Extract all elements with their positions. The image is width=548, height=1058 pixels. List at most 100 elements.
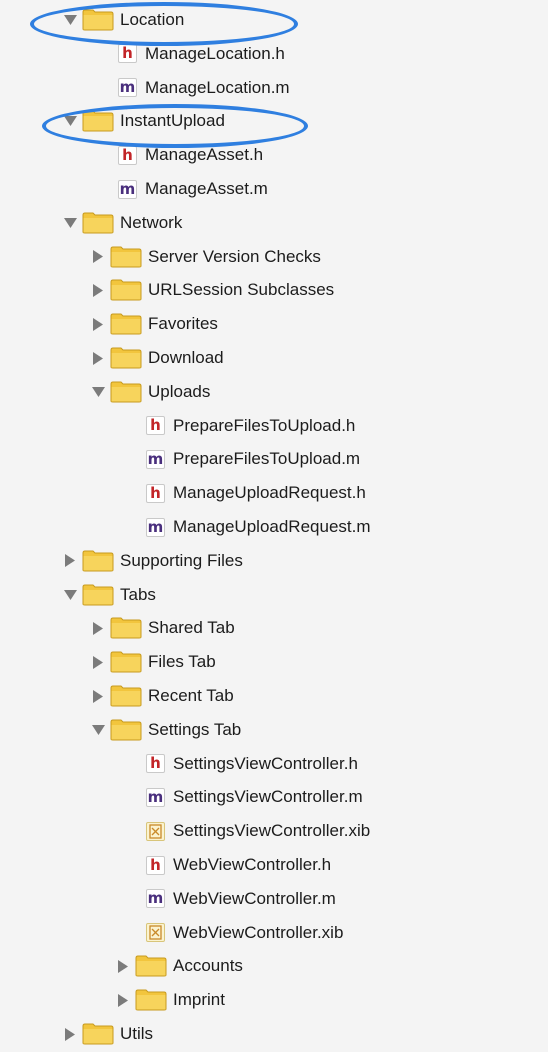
tree-row-manageuploadrequest-h[interactable]: h ManageUploadRequest.h [146,476,366,510]
h-file-icon: h [146,855,165,875]
disclosure-collapsed-icon[interactable] [62,553,78,569]
tree-row-manageasset-h[interactable]: h ManageAsset.h [118,138,263,172]
tree-row-managelocation-m[interactable]: m ManageLocation.m [118,71,290,105]
h-file-icon: h [146,754,165,774]
folder-icon [135,989,167,1011]
tree-row-label: Server Version Checks [148,246,321,266]
tree-row-label: Imprint [173,990,225,1010]
tree-row-webviewcontroller-xib[interactable]: WebViewController.xib [146,916,343,950]
h-file-icon: h [118,44,137,64]
disclosure-collapsed-icon[interactable] [90,350,106,366]
folder-icon [135,955,167,977]
disclosure-expanded-icon[interactable] [62,12,78,28]
disclosure-collapsed-icon[interactable] [115,992,131,1008]
tree-row-label: SettingsViewController.xib [173,821,371,841]
tree-row-settingsviewcontroller-m[interactable]: m SettingsViewController.m [146,780,363,814]
tree-row-label: Download [148,348,224,367]
m-file-icon: m [118,179,137,199]
tree-row-label: ManageAsset.m [145,179,268,198]
tree-row-preparefilestoupload-m[interactable]: m PrepareFilesToUpload.m [146,442,360,476]
tree-row-instantupload[interactable]: InstantUpload [62,104,225,138]
folder-icon [110,246,142,268]
disclosure-expanded-icon[interactable] [62,215,78,231]
disclosure-collapsed-icon[interactable] [90,316,106,332]
tree-row-supporting-files[interactable]: Supporting Files [62,544,243,578]
folder-icon [110,719,142,741]
tree-row-settingsviewcontroller-xib[interactable]: SettingsViewController.xib [146,814,370,848]
folder-icon [110,347,142,369]
tree-row-label: Supporting Files [120,550,243,570]
m-file-icon: m [146,449,165,469]
tree-row-tabs[interactable]: Tabs [62,578,156,612]
tree-row-accounts[interactable]: Accounts [115,949,243,983]
tree-row-manageasset-m[interactable]: m ManageAsset.m [118,172,268,206]
tree-row-label: Files Tab [148,652,216,672]
disclosure-expanded-icon[interactable] [90,384,106,400]
tree-row-label: ManageUploadRequest.h [173,483,366,503]
tree-row-label: Recent Tab [148,686,234,705]
tree-row-label: Location [120,10,185,29]
tree-row-label: SettingsViewController.m [173,787,363,807]
folder-icon [110,685,142,707]
disclosure-collapsed-icon[interactable] [90,249,106,265]
tree-row-recent-tab[interactable]: Recent Tab [90,679,234,713]
tree-row-manageuploadrequest-m[interactable]: m ManageUploadRequest.m [146,510,371,544]
tree-row-uploads[interactable]: Uploads [90,375,210,409]
m-file-icon: m [146,517,165,537]
tree-row-urlsession-subclasses[interactable]: URLSession Subclasses [90,273,334,307]
disclosure-collapsed-icon[interactable] [62,1026,78,1042]
tree-row-managelocation-h[interactable]: h ManageLocation.h [118,37,285,71]
project-navigator: Location h ManageLocation.h m ManageLocation… [0,0,548,1052]
folder-icon [82,110,114,132]
folder-icon [110,617,142,639]
xib-file-icon [146,821,165,841]
tree-row-label: ManageUploadRequest.m [173,517,371,536]
tree-row-imprint[interactable]: Imprint [115,983,225,1017]
tree-row-preparefilestoupload-h[interactable]: h PrepareFilesToUpload.h [146,409,355,443]
tree-row-utils[interactable]: Utils [62,1017,153,1051]
tree-row-label: Uploads [148,381,211,401]
disclosure-expanded-icon[interactable] [62,113,78,129]
tree-row-label: URLSession Subclasses [148,280,335,300]
tree-row-label: Network [120,212,183,232]
disclosure-collapsed-icon[interactable] [115,958,131,974]
disclosure-expanded-icon[interactable] [90,722,106,738]
folder-icon [110,651,142,673]
disclosure-expanded-icon[interactable] [62,587,78,603]
folder-icon [110,279,142,301]
folder-icon [110,313,142,335]
tree-row-server-version-checks[interactable]: Server Version Checks [90,240,321,274]
tree-row-favorites[interactable]: Favorites [90,307,218,341]
tree-row-shared-tab[interactable]: Shared Tab [90,611,235,645]
tree-row-webviewcontroller-h[interactable]: h WebViewController.h [146,848,331,882]
tree-row-location[interactable]: Location [62,3,184,37]
tree-row-download[interactable]: Download [90,341,224,375]
xib-file-icon [146,923,165,943]
h-file-icon: h [146,483,165,503]
tree-row-label: ManageLocation.m [145,77,290,97]
tree-row-network[interactable]: Network [62,206,182,240]
tree-row-label: Tabs [120,584,156,604]
m-file-icon: m [146,787,165,807]
folder-icon [82,212,114,234]
tree-row-label: WebViewController.h [173,855,332,874]
tree-row-label: SettingsViewController.h [173,753,358,773]
disclosure-collapsed-icon[interactable] [90,282,106,298]
folder-icon [110,381,142,403]
h-file-icon: h [118,145,137,165]
folder-icon [82,584,114,606]
tree-row-webviewcontroller-m[interactable]: m WebViewController.m [146,882,336,916]
tree-row-files-tab[interactable]: Files Tab [90,645,216,679]
tree-row-label: InstantUpload [120,111,225,131]
disclosure-collapsed-icon[interactable] [90,620,106,636]
folder-icon [82,9,114,31]
tree-row-label: ManageLocation.h [145,43,285,63]
disclosure-collapsed-icon[interactable] [90,654,106,670]
tree-row-label: Settings Tab [148,719,242,739]
tree-row-label: PrepareFilesToUpload.h [173,415,356,435]
h-file-icon: h [146,416,165,436]
tree-row-settingsviewcontroller-h[interactable]: h SettingsViewController.h [146,747,358,781]
disclosure-collapsed-icon[interactable] [90,688,106,704]
tree-row-settings-tab[interactable]: Settings Tab [90,713,241,747]
m-file-icon: m [146,889,165,909]
